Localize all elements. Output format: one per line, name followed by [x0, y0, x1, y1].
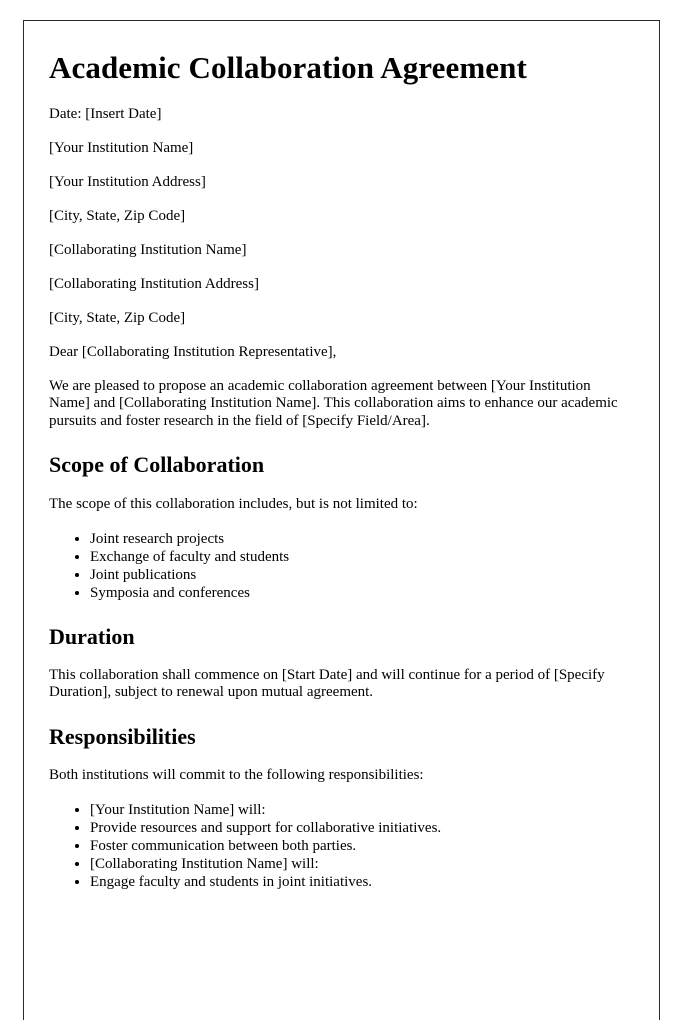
page-title: Academic Collaboration Agreement — [49, 50, 527, 85]
intro-paragraph: We are pleased to propose an academic co… — [49, 377, 618, 429]
section-heading-duration: Duration — [49, 623, 135, 649]
list-item: [Collaborating Institution Name] will: — [90, 855, 631, 873]
sender-city-state-zip: [City, State, Zip Code] — [49, 207, 186, 224]
list-item: Foster communication between both partie… — [90, 837, 631, 855]
document-page: Academic Collaboration Agreement Date: [… — [23, 20, 660, 1020]
section-intro-duration: This collaboration shall commence on [St… — [49, 666, 605, 701]
document-body: Academic Collaboration Agreement Date: [… — [49, 35, 631, 907]
list-item: [Your Institution Name] will: — [90, 801, 631, 819]
list-item: Exchange of faculty and students — [90, 548, 631, 566]
salutation: Dear [Collaborating Institution Represen… — [49, 343, 337, 360]
responsibilities-list: [Your Institution Name] will: Provide re… — [49, 801, 631, 891]
recipient-institution-name: [Collaborating Institution Name] — [49, 241, 247, 258]
section-intro-responsibilities: Both institutions will commit to the fol… — [49, 767, 424, 784]
list-item: Joint research projects — [90, 530, 631, 548]
section-intro-scope-of-collaboration: The scope of this collaboration includes… — [49, 495, 418, 512]
section-heading-responsibilities: Responsibilities — [49, 723, 196, 749]
list-item: Provide resources and support for collab… — [90, 819, 631, 837]
sender-institution-name: [Your Institution Name] — [49, 139, 194, 156]
section-heading-scope-of-collaboration: Scope of Collaboration — [49, 452, 265, 478]
list-item: Symposia and conferences — [90, 584, 631, 602]
sender-institution-address: [Your Institution Address] — [49, 173, 206, 190]
list-item: Engage faculty and students in joint ini… — [90, 873, 631, 891]
list-item: Joint publications — [90, 566, 631, 584]
recipient-institution-address: [Collaborating Institution Address] — [49, 275, 259, 292]
scope-of-collaboration-list: Joint research projects Exchange of facu… — [49, 530, 631, 602]
date-line: Date: [Insert Date] — [49, 105, 162, 122]
recipient-city-state-zip: [City, State, Zip Code] — [49, 309, 186, 326]
